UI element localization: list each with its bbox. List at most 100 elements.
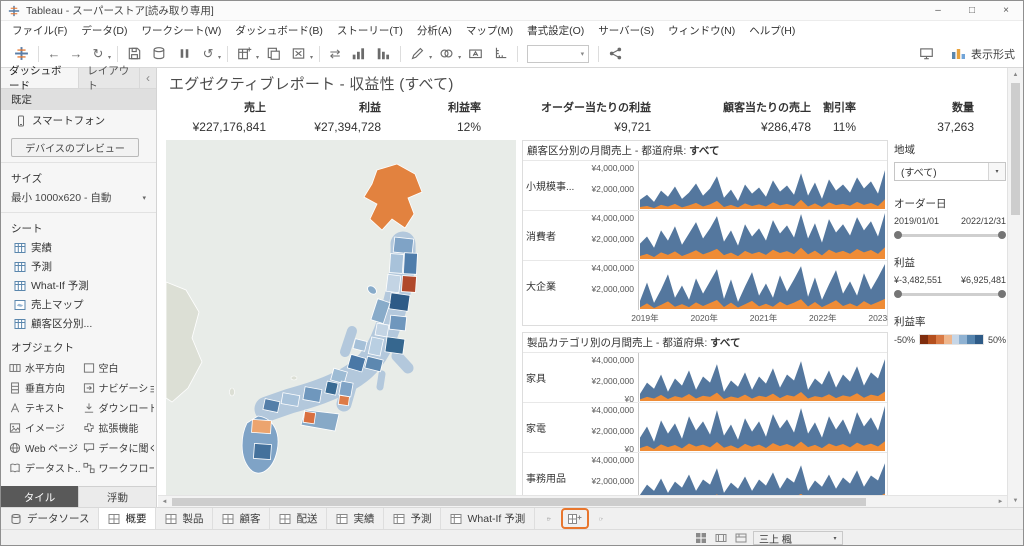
new-story-button[interactable] [595, 513, 607, 525]
clear-sheet-button[interactable]: ▾ [287, 46, 314, 61]
tab-dashboard[interactable]: ダッシュボード [1, 68, 79, 88]
pause-updates-button[interactable] [173, 46, 196, 61]
object-item[interactable]: 水平方向 [9, 358, 81, 377]
sheet-item[interactable]: 売上マップ [1, 295, 156, 314]
tab-layout[interactable]: レイアウト [79, 68, 140, 88]
highlight-button[interactable]: ▾ [406, 46, 433, 61]
phone-layout-item[interactable]: スマートフォン [1, 110, 156, 131]
replay-button[interactable]: ↻▾ [88, 43, 112, 65]
menu-item[interactable]: マップ(M) [459, 21, 520, 40]
floating-button[interactable]: 浮動 [78, 486, 156, 507]
new-worksheet-button[interactable]: ▾ [233, 46, 260, 61]
object-item[interactable]: イメージ [9, 418, 81, 437]
save-button[interactable] [123, 46, 146, 61]
show-tabs-icon[interactable] [735, 532, 747, 544]
object-item[interactable]: 垂直方向 [9, 378, 81, 397]
object-item[interactable]: 拡張機能 [83, 418, 155, 437]
object-item[interactable]: ナビゲーショ... [83, 378, 155, 397]
sheet-item[interactable]: 顧客区分別... [1, 314, 156, 333]
sheet-item[interactable]: What-If 予測 [1, 276, 156, 295]
sheet-sorter-icon[interactable] [695, 532, 707, 544]
menu-item[interactable]: ファイル(F) [5, 21, 74, 40]
sort-ascending-button[interactable] [347, 46, 370, 61]
close-button[interactable]: × [989, 1, 1023, 20]
chevron-down-icon[interactable]: ▾ [256, 54, 259, 61]
chevron-down-icon[interactable]: ▾ [458, 54, 461, 61]
swap-rows-columns-button[interactable]: ⇄ [325, 43, 345, 65]
slider-handle[interactable] [998, 290, 1006, 298]
object-item[interactable]: Web ページ [9, 438, 81, 457]
sort-descending-button[interactable] [372, 46, 395, 61]
area-chart[interactable] [640, 404, 885, 451]
menu-item[interactable]: ワークシート(W) [135, 21, 229, 40]
area-chart[interactable] [640, 354, 885, 401]
sheet-tab[interactable]: 概要 [99, 508, 156, 529]
sheet-tab[interactable]: 予測 [384, 508, 441, 529]
filmstrip-icon[interactable] [715, 532, 727, 544]
show-me-button[interactable]: 表示形式 [951, 46, 1015, 62]
scroll-left-icon[interactable]: ◄ [158, 496, 171, 507]
menu-item[interactable]: データ(D) [74, 21, 134, 40]
object-item[interactable]: ダウンロード [83, 398, 155, 417]
order-date-slider[interactable] [895, 231, 1005, 240]
new-data-source-button[interactable] [148, 46, 171, 61]
menu-item[interactable]: 分析(A) [410, 21, 459, 40]
group-members-button[interactable]: ▾ [435, 46, 462, 61]
area-chart[interactable] [640, 212, 885, 259]
profit-slider[interactable] [895, 290, 1005, 299]
object-item[interactable]: データに聞く [83, 438, 155, 457]
slider-handle[interactable] [894, 231, 902, 239]
undo-button[interactable]: ← [44, 43, 64, 65]
sheet-tab[interactable]: What-If 予測 [441, 508, 535, 529]
object-item[interactable]: ワークフロー [83, 458, 155, 477]
minimize-button[interactable]: – [921, 1, 955, 20]
duplicate-sheet-button[interactable] [262, 46, 285, 61]
area-chart[interactable] [640, 162, 885, 209]
sheet-tab[interactable]: 製品 [156, 508, 213, 529]
run-updates-button[interactable]: ↺▾ [198, 43, 222, 65]
scroll-down-icon[interactable]: ▼ [1008, 494, 1023, 507]
maximize-button[interactable]: □ [955, 1, 989, 20]
chevron-down-icon[interactable]: ▾ [218, 54, 221, 61]
tiled-button[interactable]: タイル [1, 486, 78, 507]
data-source-tab[interactable]: データソース [1, 508, 99, 529]
region-dropdown[interactable]: (すべて) ▾ [894, 162, 1006, 181]
share-workbook-button[interactable] [604, 46, 627, 61]
menu-item[interactable]: ストーリー(T) [330, 21, 410, 40]
tableau-logo-button[interactable] [10, 46, 33, 61]
fix-axes-button[interactable] [489, 46, 512, 61]
menu-item[interactable]: ウィンドウ(N) [661, 21, 742, 40]
horizontal-scroll-thumb[interactable] [172, 498, 866, 506]
scroll-right-icon[interactable]: ► [994, 496, 1007, 507]
chevron-down-icon[interactable]: ▾ [108, 54, 111, 61]
show-mark-labels-button[interactable] [464, 46, 487, 61]
area-chart[interactable] [640, 262, 885, 309]
menu-item[interactable]: 書式設定(O) [520, 21, 591, 40]
default-size-item[interactable]: 既定 [1, 89, 156, 110]
device-preview-button[interactable]: デバイスのプレビュー [11, 138, 139, 157]
slider-handle[interactable] [998, 231, 1006, 239]
sheet-tab[interactable]: 配送 [270, 508, 327, 529]
object-item[interactable]: データスト... [9, 458, 81, 477]
sheet-tab[interactable]: 顧客 [213, 508, 270, 529]
redo-button[interactable]: → [66, 43, 86, 65]
sales-map[interactable] [166, 140, 516, 497]
object-item[interactable]: 空白 [83, 358, 155, 377]
chevron-down-icon[interactable]: ▾ [429, 54, 432, 61]
size-dropdown[interactable]: 最小 1000x620 - 自動 ▾ [1, 188, 156, 207]
sheet-tab[interactable]: 実績 [327, 508, 384, 529]
chevron-down-icon[interactable]: ▾ [310, 54, 313, 61]
menu-item[interactable]: ダッシュボード(B) [228, 21, 330, 40]
menu-item[interactable]: ヘルプ(H) [742, 21, 802, 40]
collapse-pane-icon[interactable]: ‹ [140, 68, 156, 88]
sheet-item[interactable]: 実績 [1, 238, 156, 257]
new-dashboard-button[interactable] [561, 508, 589, 529]
new-worksheet-button[interactable] [543, 513, 555, 525]
horizontal-scrollbar[interactable]: ◄ ► [158, 495, 1007, 507]
slider-handle[interactable] [894, 290, 902, 298]
menu-item[interactable]: サーバー(S) [591, 21, 661, 40]
fit-dropdown[interactable]: ▾ [527, 45, 589, 63]
scroll-up-icon[interactable]: ▲ [1008, 68, 1023, 81]
chevron-down-icon[interactable]: ▾ [988, 163, 1005, 180]
object-item[interactable]: テキスト [9, 398, 81, 417]
